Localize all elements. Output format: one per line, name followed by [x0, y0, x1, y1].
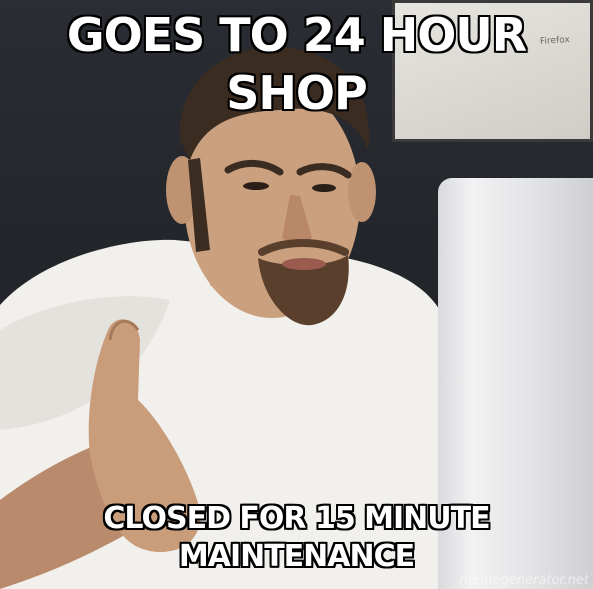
bottom-caption-line-2: MAINTENANCE	[178, 539, 415, 574]
top-caption-line-1: GOES TO 24 HOUR	[66, 8, 527, 62]
mouth	[282, 258, 326, 270]
bottom-caption-line-1: CLOSED FOR 15 MINUTE	[103, 501, 490, 536]
bottom-caption: CLOSED FOR 15 MINUTE MAINTENANCE	[0, 500, 593, 576]
top-caption-line-2: SHOP	[226, 66, 367, 120]
meme-image: Firefox GOES TO 24 HOUR SHOP CLOSED FOR …	[0, 0, 593, 589]
eye-left	[243, 182, 269, 190]
watermark: memegenerator.net	[459, 573, 589, 588]
ear-right	[348, 162, 376, 222]
eye-right	[312, 184, 336, 192]
top-caption: GOES TO 24 HOUR SHOP	[0, 6, 593, 122]
